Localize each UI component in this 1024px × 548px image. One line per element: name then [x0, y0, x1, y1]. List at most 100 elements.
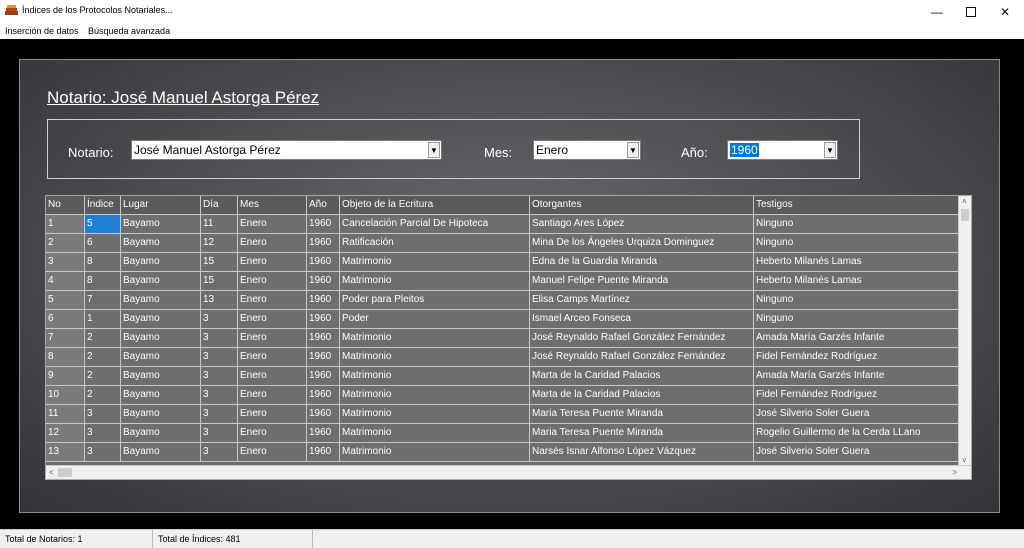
- cell-objeto[interactable]: Matrimonio: [340, 253, 530, 272]
- column-header-lugar[interactable]: Lugar: [121, 196, 201, 215]
- cell-mes[interactable]: Enero: [238, 291, 307, 310]
- table-row[interactable]: 1 5 Bayamo 11 Enero 1960 Cancelación Parcial D…: [46, 215, 959, 234]
- table-row[interactable]: 7 2 Bayamo 3 Enero 1960 Matrimonio José Reynald…: [46, 329, 959, 348]
- mes-select[interactable]: Enero ▼: [533, 140, 641, 160]
- scroll-left-icon[interactable]: <: [49, 468, 54, 477]
- cell-indice[interactable]: 8: [85, 272, 121, 291]
- cell-dia[interactable]: 3: [201, 367, 238, 386]
- column-header-no[interactable]: No: [46, 196, 85, 215]
- cell-otorgantes[interactable]: Santiago Ares López: [530, 215, 754, 234]
- cell-lugar[interactable]: Bayamo: [121, 386, 201, 405]
- cell-anio[interactable]: 1960: [307, 367, 340, 386]
- cell-anio[interactable]: 1960: [307, 310, 340, 329]
- cell-no[interactable]: 2: [46, 234, 85, 253]
- cell-anio[interactable]: 1960: [307, 424, 340, 443]
- cell-anio[interactable]: 1960: [307, 443, 340, 462]
- cell-indice[interactable]: 2: [85, 386, 121, 405]
- cell-objeto[interactable]: Poder: [340, 310, 530, 329]
- cell-dia[interactable]: 15: [201, 272, 238, 291]
- cell-testigos[interactable]: Ninguno: [754, 310, 959, 329]
- cell-no[interactable]: 9: [46, 367, 85, 386]
- cell-dia[interactable]: 12: [201, 234, 238, 253]
- table-row[interactable]: 5 7 Bayamo 13 Enero 1960 Poder para Pleitos Eli…: [46, 291, 959, 310]
- table-row[interactable]: 9 2 Bayamo 3 Enero 1960 Matrimonio Marta de la …: [46, 367, 959, 386]
- cell-mes[interactable]: Enero: [238, 215, 307, 234]
- cell-otorgantes[interactable]: Edna de la Guardia Miranda: [530, 253, 754, 272]
- cell-objeto[interactable]: Matrimonio: [340, 386, 530, 405]
- table-row[interactable]: 6 1 Bayamo 3 Enero 1960 Poder Ismael Arceo Fons…: [46, 310, 959, 329]
- cell-otorgantes[interactable]: Manuel Felipe Puente Miranda: [530, 272, 754, 291]
- cell-anio[interactable]: 1960: [307, 348, 340, 367]
- cell-anio[interactable]: 1960: [307, 272, 340, 291]
- cell-objeto[interactable]: Matrimonio: [340, 348, 530, 367]
- cell-lugar[interactable]: Bayamo: [121, 253, 201, 272]
- cell-dia[interactable]: 3: [201, 424, 238, 443]
- cell-anio[interactable]: 1960: [307, 215, 340, 234]
- cell-lugar[interactable]: Bayamo: [121, 424, 201, 443]
- cell-otorgantes[interactable]: Maria Teresa Puente Miranda: [530, 405, 754, 424]
- menu-busqueda-avanzada[interactable]: Búsqueda avanzada: [88, 26, 170, 36]
- cell-lugar[interactable]: Bayamo: [121, 348, 201, 367]
- cell-otorgantes[interactable]: Mina De los Ángeles Urquiza Dominguez: [530, 234, 754, 253]
- cell-lugar[interactable]: Bayamo: [121, 405, 201, 424]
- table-row[interactable]: 2 6 Bayamo 12 Enero 1960 Ratificación Mina De l…: [46, 234, 959, 253]
- cell-indice[interactable]: 2: [85, 348, 121, 367]
- cell-otorgantes[interactable]: José Reynaldo Rafael González Fernández: [530, 348, 754, 367]
- horizontal-scrollbar[interactable]: < >: [46, 465, 971, 479]
- cell-no[interactable]: 11: [46, 405, 85, 424]
- column-header-anio[interactable]: Año: [307, 196, 340, 215]
- records-table[interactable]: No Índice Lugar Día Mes Año Objeto de la Ecrit…: [45, 195, 972, 480]
- cell-indice[interactable]: 6: [85, 234, 121, 253]
- table-row[interactable]: 13 3 Bayamo 3 Enero 1960 Matrimonio Narsés Isna…: [46, 443, 959, 462]
- chevron-down-icon[interactable]: ▼: [428, 142, 440, 158]
- cell-no[interactable]: 1: [46, 215, 85, 234]
- cell-dia[interactable]: 3: [201, 310, 238, 329]
- horizontal-scroll-thumb[interactable]: [58, 468, 72, 477]
- column-header-objeto[interactable]: Objeto de la Ecritura: [340, 196, 530, 215]
- cell-mes[interactable]: Enero: [238, 348, 307, 367]
- notario-select[interactable]: José Manuel Astorga Pérez ▼: [131, 140, 442, 160]
- cell-mes[interactable]: Enero: [238, 443, 307, 462]
- cell-mes[interactable]: Enero: [238, 405, 307, 424]
- cell-mes[interactable]: Enero: [238, 329, 307, 348]
- cell-mes[interactable]: Enero: [238, 367, 307, 386]
- cell-indice[interactable]: 3: [85, 443, 121, 462]
- maximize-button[interactable]: [954, 0, 988, 23]
- cell-dia[interactable]: 3: [201, 386, 238, 405]
- cell-objeto[interactable]: Matrimonio: [340, 405, 530, 424]
- cell-testigos[interactable]: Heberto Milanés Lamas: [754, 253, 959, 272]
- cell-no[interactable]: 4: [46, 272, 85, 291]
- cell-testigos[interactable]: Ninguno: [754, 234, 959, 253]
- cell-testigos[interactable]: Heberto Milanés Lamas: [754, 272, 959, 291]
- cell-indice[interactable]: 1: [85, 310, 121, 329]
- cell-lugar[interactable]: Bayamo: [121, 272, 201, 291]
- cell-objeto[interactable]: Matrimonio: [340, 367, 530, 386]
- table-row[interactable]: 11 3 Bayamo 3 Enero 1960 Matrimonio Maria Teres…: [46, 405, 959, 424]
- cell-anio[interactable]: 1960: [307, 405, 340, 424]
- cell-no[interactable]: 12: [46, 424, 85, 443]
- column-header-mes[interactable]: Mes: [238, 196, 307, 215]
- cell-anio[interactable]: 1960: [307, 329, 340, 348]
- cell-otorgantes[interactable]: Elisa Camps Martínez: [530, 291, 754, 310]
- cell-dia[interactable]: 11: [201, 215, 238, 234]
- cell-testigos[interactable]: Rogelio Guillermo de la Cerda LLano: [754, 424, 959, 443]
- menu-insercion-datos[interactable]: Inserción de datos: [5, 26, 79, 36]
- column-header-indice[interactable]: Índice: [85, 196, 121, 215]
- cell-anio[interactable]: 1960: [307, 386, 340, 405]
- cell-indice[interactable]: 3: [85, 424, 121, 443]
- cell-lugar[interactable]: Bayamo: [121, 443, 201, 462]
- cell-objeto[interactable]: Matrimonio: [340, 329, 530, 348]
- cell-no[interactable]: 6: [46, 310, 85, 329]
- cell-testigos[interactable]: José Silverio Soler Guera: [754, 443, 959, 462]
- cell-lugar[interactable]: Bayamo: [121, 291, 201, 310]
- cell-indice[interactable]: 5: [85, 215, 121, 234]
- cell-otorgantes[interactable]: Maria Teresa Puente Miranda: [530, 424, 754, 443]
- cell-indice[interactable]: 7: [85, 291, 121, 310]
- cell-lugar[interactable]: Bayamo: [121, 310, 201, 329]
- cell-mes[interactable]: Enero: [238, 310, 307, 329]
- cell-otorgantes[interactable]: Marta de la Caridad Palacios: [530, 367, 754, 386]
- scroll-up-icon[interactable]: ˄: [962, 197, 967, 206]
- cell-mes[interactable]: Enero: [238, 424, 307, 443]
- cell-objeto[interactable]: Poder para Pleitos: [340, 291, 530, 310]
- cell-anio[interactable]: 1960: [307, 291, 340, 310]
